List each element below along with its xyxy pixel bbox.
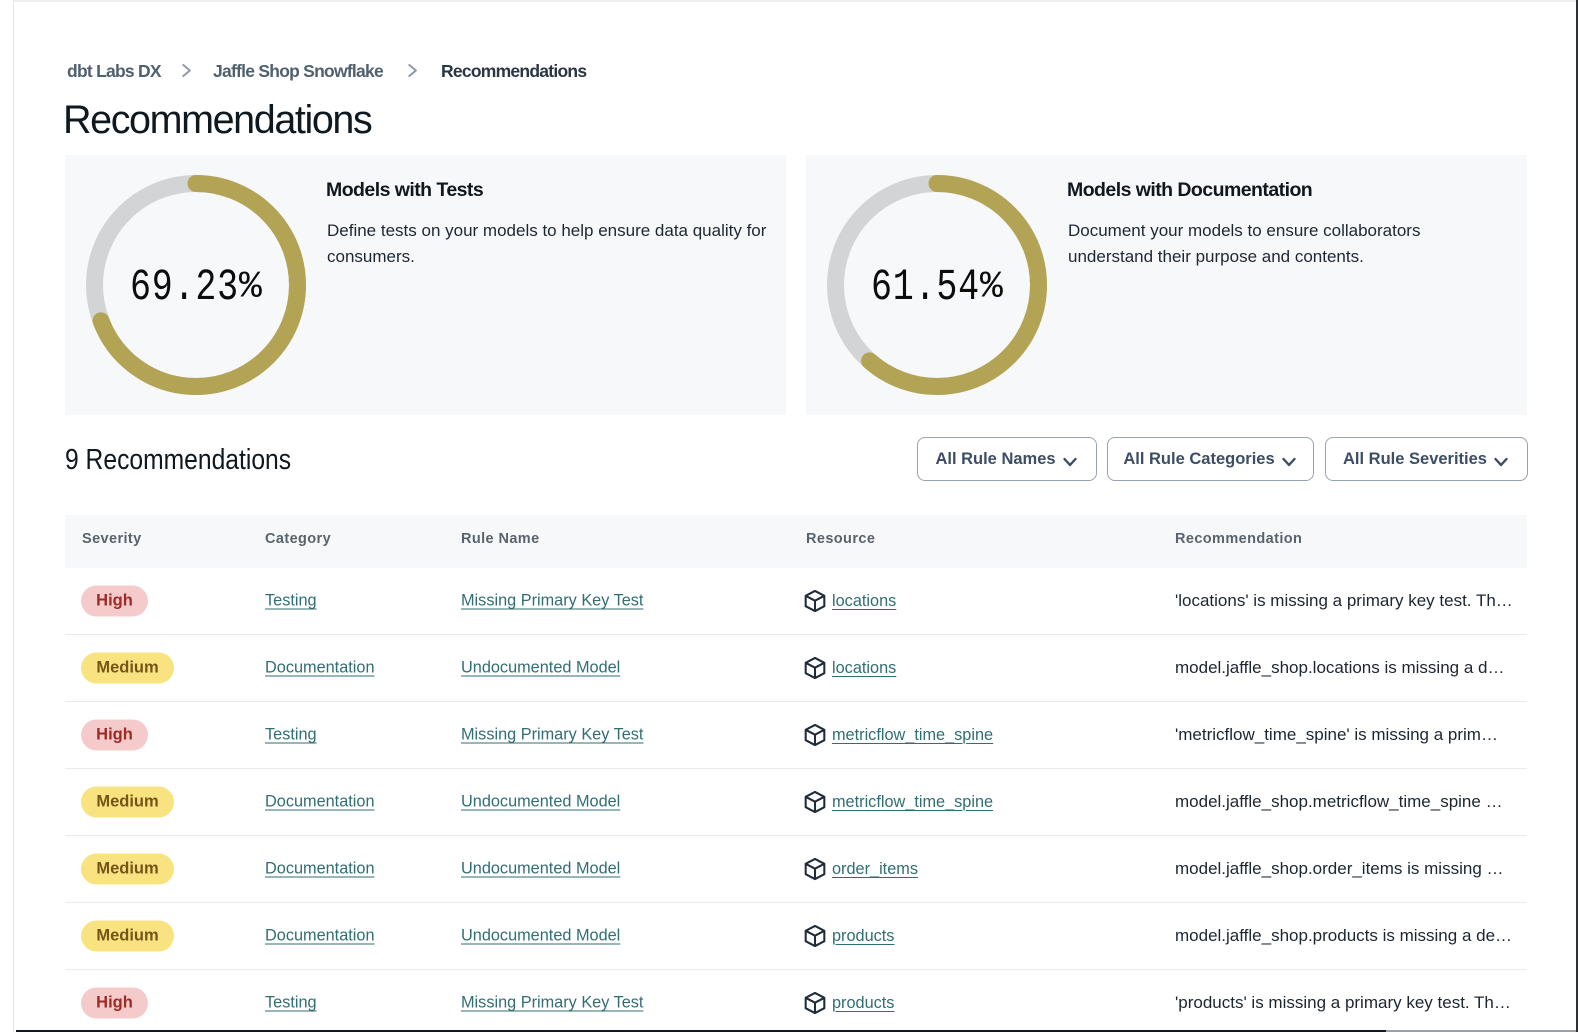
svg-text:61.54: 61.54 bbox=[871, 263, 980, 313]
svg-text:%: % bbox=[239, 266, 262, 309]
svg-text:69.23: 69.23 bbox=[130, 263, 239, 313]
svg-text:%: % bbox=[980, 266, 1003, 309]
